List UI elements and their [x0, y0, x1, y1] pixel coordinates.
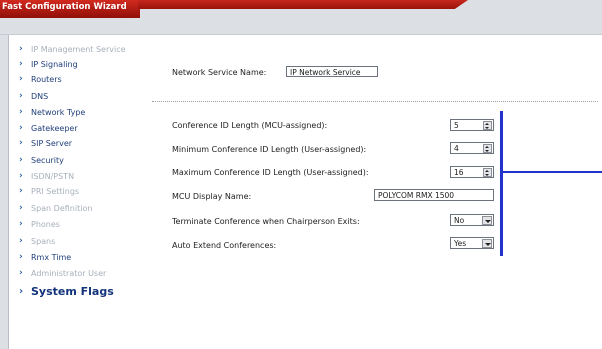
max-conference-id-length-spinner[interactable]: 16 [450, 166, 494, 178]
mcu-display-name-field[interactable]: POLYCOM RMX 1500 [374, 189, 494, 201]
sidebar-item-label: Routers [31, 74, 62, 84]
chevron-right-icon: › [19, 268, 23, 278]
chevron-right-icon: › [19, 44, 23, 54]
spinner-value: 4 [454, 144, 459, 153]
sidebar-item-label: Phones [31, 219, 60, 229]
chevron-right-icon: › [19, 186, 23, 196]
sidebar-item-label: Administrator User [31, 268, 107, 278]
chevron-down-icon[interactable] [482, 239, 492, 248]
window-title: Fast Configuration Wizard [2, 2, 127, 12]
sidebar-item-security[interactable]: › Security [19, 155, 64, 165]
mcu-display-name-value: POLYCOM RMX 1500 [378, 191, 455, 200]
chevron-right-icon: › [19, 236, 23, 246]
sidebar-item-phones[interactable]: › Phones [19, 219, 60, 229]
select-value: Yes [454, 239, 467, 248]
sidebar-item-label: IP Management Service [31, 44, 126, 54]
max-conference-id-length-label: Maximum Conference ID Length (User-assig… [172, 168, 369, 177]
spinner-arrows-icon[interactable] [483, 121, 492, 130]
spinner-arrows-icon[interactable] [483, 168, 492, 177]
chevron-down-icon[interactable] [482, 216, 492, 225]
chevron-right-icon: › [19, 74, 23, 84]
chevron-right-icon: › [19, 107, 23, 117]
chevron-right-icon: › [19, 155, 23, 165]
chevron-right-icon: › [19, 219, 23, 229]
terminate-conference-select[interactable]: No [450, 214, 494, 226]
sidebar-item-spans[interactable]: › Spans [19, 236, 55, 246]
auto-extend-conferences-label: Auto Extend Conferences: [172, 241, 277, 250]
chevron-right-icon: › [19, 252, 23, 262]
chevron-right-icon: › [19, 171, 23, 181]
sidebar-item-span-definition[interactable]: › Span Definition [19, 203, 92, 213]
chevron-right-icon: › [19, 91, 23, 101]
sidebar-item-label: DNS [31, 91, 49, 101]
conference-id-length-spinner[interactable]: 5 [450, 119, 494, 131]
sidebar-item-routers[interactable]: › Routers [19, 74, 62, 84]
sidebar-item-dns[interactable]: › DNS [19, 91, 48, 101]
sidebar-item-network-type[interactable]: › Network Type [19, 107, 85, 117]
section-divider [152, 101, 598, 102]
sidebar-item-label: Network Type [31, 107, 86, 117]
conference-id-length-label: Conference ID Length (MCU-assigned): [172, 121, 328, 130]
network-service-value: IP Network Service [290, 68, 361, 77]
header-strip [0, 18, 602, 35]
select-value: No [454, 216, 465, 225]
spinner-value: 16 [454, 168, 464, 177]
network-service-label: Network Service Name: [172, 68, 267, 77]
auto-extend-conferences-select[interactable]: Yes [450, 237, 494, 249]
spinner-arrows-icon[interactable] [483, 144, 492, 153]
sidebar-item-label: ISDN/PSTN [31, 171, 75, 181]
sidebar-item-label: Span Definition [31, 203, 93, 213]
sidebar-item-label: Rmx Time [31, 252, 72, 262]
title-bar-tail [140, 0, 602, 18]
wizard-sidebar: › IP Management Service › IP Signaling ›… [0, 35, 152, 349]
callout-line [503, 171, 602, 173]
sidebar-item-administrator-user[interactable]: › Administrator User [19, 268, 106, 278]
sidebar-item-label: System Flags [31, 285, 114, 298]
sidebar-item-label: IP Signaling [31, 59, 78, 69]
min-conference-id-length-label: Minimum Conference ID Length (User-assig… [172, 145, 367, 154]
sidebar-panel: › IP Management Service › IP Signaling ›… [8, 35, 152, 349]
mcu-display-name-label: MCU Display Name: [172, 192, 252, 201]
sidebar-item-gatekeeper[interactable]: › Gatekeeper [19, 123, 78, 133]
chevron-right-icon: › [19, 138, 23, 148]
sidebar-item-label: Security [31, 155, 64, 165]
sidebar-item-label: SIP Server [31, 138, 73, 148]
sidebar-item-label: PRI Settings [31, 186, 80, 196]
sidebar-item-label: Spans [31, 236, 56, 246]
spinner-value: 5 [454, 121, 459, 130]
sidebar-item-pri-settings[interactable]: › PRI Settings [19, 186, 79, 196]
terminate-conference-label: Terminate Conference when Chairperson Ex… [172, 217, 360, 226]
title-bar: Fast Configuration Wizard [0, 0, 602, 18]
chevron-right-icon: › [19, 123, 23, 133]
callout-bracket [500, 111, 503, 256]
sidebar-item-rmx-time[interactable]: › Rmx Time [19, 252, 71, 262]
sidebar-item-ip-signaling[interactable]: › IP Signaling [19, 59, 78, 69]
chevron-right-icon: › [19, 286, 24, 297]
sidebar-item-isdn-pstn[interactable]: › ISDN/PSTN [19, 171, 74, 181]
chevron-right-icon: › [19, 203, 23, 213]
chevron-right-icon: › [19, 59, 23, 69]
sidebar-item-system-flags[interactable]: › System Flags [19, 285, 114, 298]
min-conference-id-length-spinner[interactable]: 4 [450, 142, 494, 154]
sidebar-item-ip-management-service[interactable]: › IP Management Service [19, 44, 126, 54]
sidebar-item-sip-server[interactable]: › SIP Server [19, 138, 72, 148]
network-service-field[interactable]: IP Network Service [286, 66, 378, 77]
sidebar-item-label: Gatekeeper [31, 123, 78, 133]
